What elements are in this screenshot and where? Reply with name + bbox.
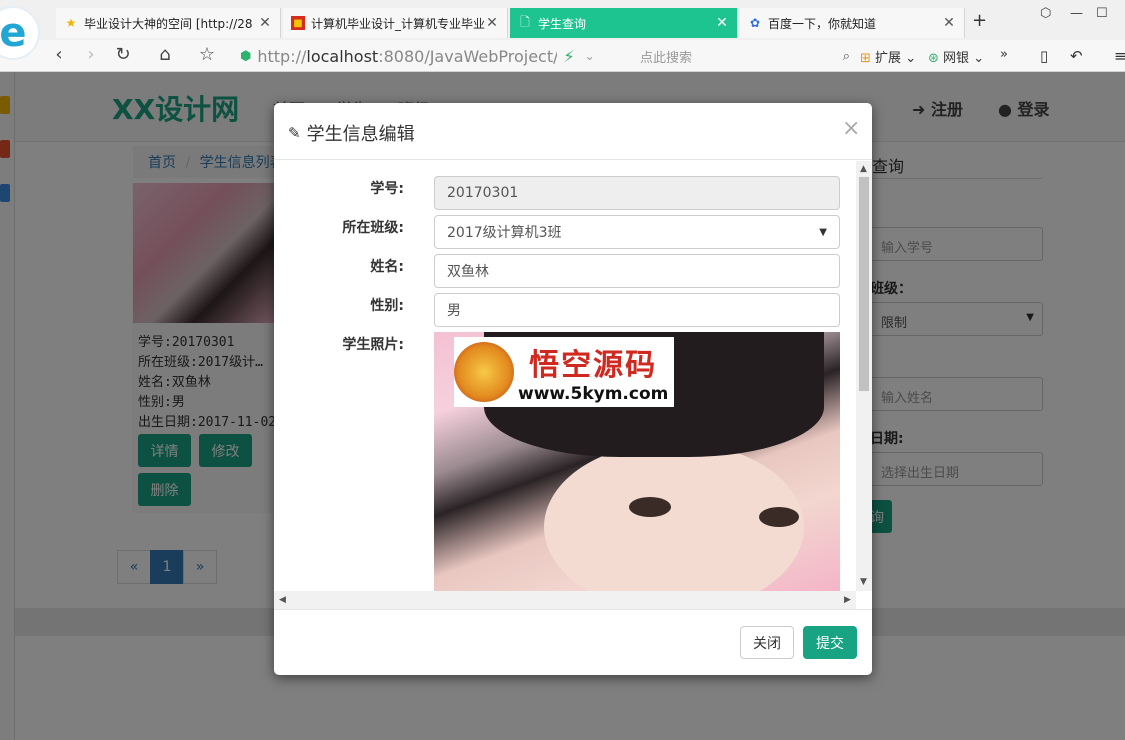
class-label: 所在班级: xyxy=(342,220,404,236)
search-icon[interactable]: ⌕ xyxy=(843,49,850,64)
browser-tab-2[interactable]: ■ 计算机毕业设计_计算机专业毕业 ✕ xyxy=(283,8,508,38)
modal-body: 学号: 20170301 所在班级: 2017级计算机3班 ▼ 姓名: 双鱼林 … xyxy=(274,161,872,611)
chevron-down-icon[interactable]: ⌄ xyxy=(585,49,595,63)
monkey-logo-icon xyxy=(454,342,514,402)
search-input[interactable]: 点此搜索 ⌕ xyxy=(640,44,850,68)
reload-icon[interactable]: ↻ xyxy=(112,44,134,65)
student-no-field[interactable]: 20170301 xyxy=(434,176,840,210)
edit-icon: ✎ xyxy=(288,124,301,142)
speed-mode-icon[interactable]: ⚡ xyxy=(563,47,574,66)
watermark-logo: 悟空源码 www.5kym.com xyxy=(454,337,674,407)
scroll-left-icon[interactable]: ◀ xyxy=(279,595,286,605)
forward-icon[interactable]: › xyxy=(80,44,102,65)
scroll-down-icon[interactable]: ▼ xyxy=(860,577,867,587)
photo-label: 学生照片: xyxy=(342,337,404,353)
address-bar[interactable]: ⬢ http://localhost:8080/JavaWebProject/S… xyxy=(236,44,631,68)
tab-close-icon[interactable]: ✕ xyxy=(715,15,729,31)
vertical-scroll-thumb[interactable] xyxy=(859,177,869,391)
skin-icon[interactable]: ⬡ xyxy=(1040,6,1051,21)
edit-student-modal: ✎ 学生信息编辑 × 学号: 20170301 所在班级: 2017级计算机3班… xyxy=(274,103,872,675)
more-icon[interactable]: » xyxy=(1000,47,1008,62)
sex-field[interactable]: 男 xyxy=(434,293,840,327)
reading-mode-icon[interactable]: ▯ xyxy=(1040,47,1048,65)
scroll-up-icon[interactable]: ▲ xyxy=(860,164,867,174)
page-icon: 🗋 xyxy=(520,14,530,29)
extensions-button[interactable]: ⊞ 扩展 ⌄ xyxy=(860,47,916,66)
scroll-right-icon[interactable]: ▶ xyxy=(844,595,851,605)
browser-tab-4[interactable]: ✿ 百度一下，你就知道 ✕ xyxy=(740,8,965,38)
home-icon[interactable]: ⌂ xyxy=(154,44,176,65)
tab-close-icon[interactable]: ✕ xyxy=(942,15,956,31)
minimize-button[interactable]: — xyxy=(1070,6,1083,21)
undo-close-icon[interactable]: ↶ xyxy=(1070,47,1083,65)
sex-label: 性别: xyxy=(370,298,404,314)
modal-close-icon[interactable]: × xyxy=(842,116,860,141)
baidu-paw-icon: ✿ xyxy=(749,16,761,30)
student-photo: 悟空源码 www.5kym.com xyxy=(434,332,840,594)
tab-close-icon[interactable]: ✕ xyxy=(485,15,499,31)
star-icon: ★ xyxy=(65,16,77,30)
secure-shield-icon: ⬢ xyxy=(240,48,252,64)
browser-tab-1[interactable]: ★ 毕业设计大神的空间 [http://28 ✕ xyxy=(56,8,281,38)
menu-icon[interactable]: ≡ xyxy=(1114,47,1125,65)
back-icon[interactable]: ‹ xyxy=(48,44,70,65)
site-favicon-icon: ■ xyxy=(291,16,305,30)
tab-close-icon[interactable]: ✕ xyxy=(258,15,272,31)
browser-tab-active[interactable]: 🗋 学生查询 ✕ xyxy=(510,8,738,38)
horizontal-scrollbar[interactable] xyxy=(274,591,856,609)
class-select[interactable]: 2017级计算机3班 ▼ xyxy=(434,215,840,249)
maximize-button[interactable]: ☐ xyxy=(1096,6,1108,21)
submit-button[interactable]: 提交 xyxy=(803,626,857,659)
student-no-label: 学号: xyxy=(370,181,404,197)
bank-button[interactable]: ⊛ 网银 ⌄ xyxy=(928,47,984,66)
name-label: 姓名: xyxy=(370,259,404,275)
new-tab-button[interactable]: + xyxy=(972,10,987,31)
name-field[interactable]: 双鱼林 xyxy=(434,254,840,288)
dropdown-arrow-icon: ▼ xyxy=(819,226,827,238)
close-button[interactable]: 关闭 xyxy=(740,626,794,659)
modal-title: ✎ 学生信息编辑 xyxy=(288,124,415,145)
bookmark-star-icon[interactable]: ☆ xyxy=(196,44,218,65)
